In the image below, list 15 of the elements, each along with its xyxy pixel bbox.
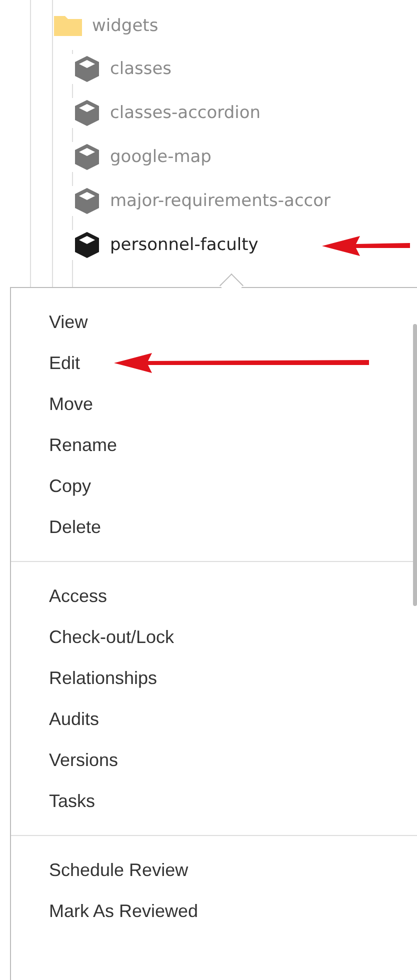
menu-item[interactable]: Schedule Review [49,858,188,882]
menu-item[interactable]: Audits [49,707,100,731]
menu-item[interactable]: Relationships [49,666,158,690]
menu-item[interactable]: View [49,310,88,334]
menu-item[interactable]: Versions [49,748,118,772]
menu-item[interactable]: Rename [49,433,118,457]
menu-item[interactable]: Copy [49,474,92,498]
tree-item-label[interactable]: personnel-faculty [110,235,258,255]
menu-item[interactable]: Delete [49,515,102,539]
menu-item[interactable]: Mark As Reviewed [49,899,198,923]
menu-item[interactable]: Check-out/Lock [49,625,174,649]
menu-item[interactable]: Access [49,584,108,608]
menu-item[interactable]: Tasks [49,789,96,813]
menu-item[interactable]: Move [49,392,94,416]
menu-item[interactable]: Edit [49,351,80,375]
